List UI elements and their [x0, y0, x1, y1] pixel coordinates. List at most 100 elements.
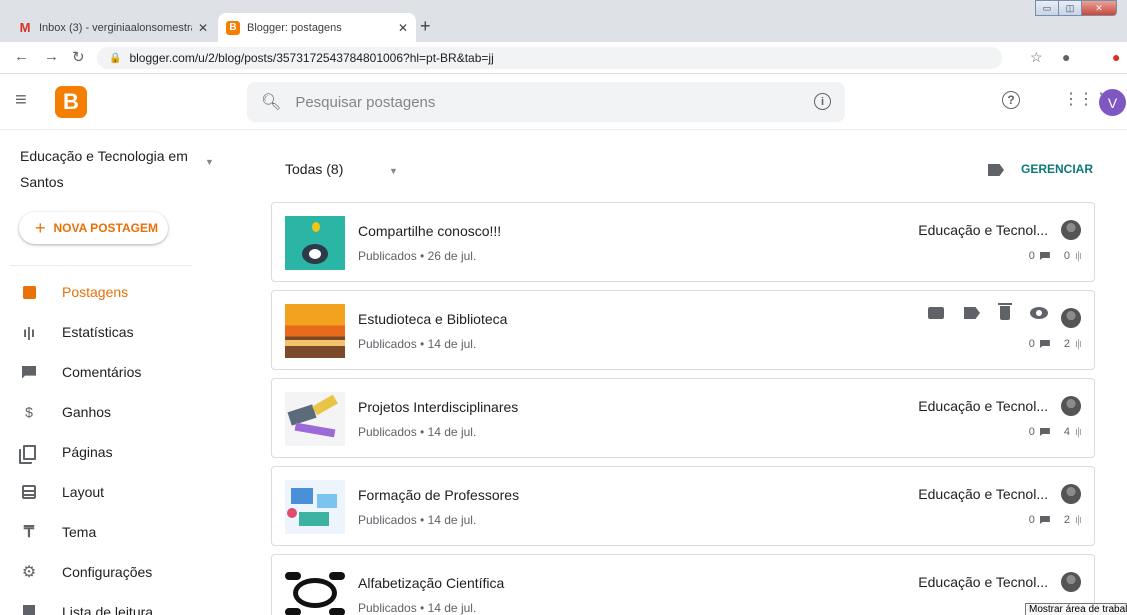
label-icon[interactable]: [988, 164, 1004, 176]
comment-count: 0: [1028, 426, 1035, 438]
author-avatar: [1061, 572, 1081, 592]
caret-down-icon: ▼: [205, 157, 214, 167]
tab-inbox[interactable]: M Inbox (3) - verginiaalonsomestra ✕: [10, 13, 216, 42]
view-icon[interactable]: [1030, 307, 1048, 319]
tab-blogger[interactable]: B Blogger: postagens ✕: [218, 13, 416, 42]
reading-list-icon: [20, 605, 38, 615]
posts-filter[interactable]: Todas (8): [285, 161, 343, 177]
gmail-icon: M: [19, 20, 31, 35]
post-title[interactable]: Alfabetização Científica: [358, 575, 504, 591]
url-text: blogger.com/u/2/blog/posts/3573172543784…: [129, 51, 494, 65]
sidebar: Educação e Tecnologia em Santos ▼ + NOVA…: [0, 131, 245, 615]
window-controls: ▭ ◫ ✕: [1035, 0, 1117, 16]
maximize-icon[interactable]: ◫: [1058, 0, 1082, 16]
blog-selector[interactable]: Educação e Tecnologia em Santos ▼: [20, 143, 220, 195]
new-post-button[interactable]: + NOVA POSTAGEM: [19, 212, 168, 244]
post-item[interactable]: Estudioteca e Biblioteca Publicados • 14…: [271, 290, 1095, 370]
minimize-icon[interactable]: ▭: [1035, 0, 1059, 16]
comment-icon: [1039, 340, 1050, 348]
search-input[interactable]: [295, 93, 796, 111]
sidebar-item-layout[interactable]: Layout: [20, 480, 220, 504]
label-icon[interactable]: [964, 307, 980, 319]
close-icon[interactable]: ✕: [398, 21, 408, 35]
post-meta: Publicados • 14 de jul.: [358, 337, 477, 351]
comment-icon: [1039, 516, 1050, 524]
search-icon[interactable]: 🔍︎: [261, 92, 281, 112]
post-title[interactable]: Formação de Professores: [358, 487, 519, 503]
layout-icon: [20, 485, 38, 499]
post-meta: Publicados • 14 de jul.: [358, 601, 477, 615]
posts-icon: [20, 285, 38, 299]
sidebar-item-tema[interactable]: ₸ Tema: [20, 520, 220, 544]
sidebar-item-configuracoes[interactable]: ⚙ Configurações: [20, 560, 220, 584]
sidebar-item-lista-de-leitura[interactable]: Lista de leitura: [20, 600, 220, 615]
post-item[interactable]: Projetos Interdisciplinares Publicados •…: [271, 378, 1095, 458]
browser-toolbar: ← → ↻ 🔒 blogger.com/u/2/blog/posts/35731…: [0, 42, 1127, 74]
forward-icon[interactable]: →: [44, 48, 59, 65]
post-title[interactable]: Estudioteca e Biblioteca: [358, 311, 507, 327]
avatar[interactable]: V: [1099, 89, 1126, 116]
sidebar-item-postagens[interactable]: Postagens: [20, 280, 220, 304]
tooltip: Mostrar área de trabalh: [1025, 603, 1127, 615]
trash-icon[interactable]: [998, 303, 1012, 320]
sidebar-item-paginas[interactable]: Páginas: [20, 440, 220, 464]
post-title[interactable]: Projetos Interdisciplinares: [358, 399, 518, 415]
back-icon[interactable]: ←: [14, 48, 29, 65]
author-avatar: [1061, 396, 1081, 416]
comment-count: 0: [1028, 338, 1035, 350]
new-post-label: NOVA POSTAGEM: [53, 221, 158, 235]
view-count: 0: [1063, 250, 1071, 262]
new-tab-button[interactable]: +: [420, 16, 431, 37]
post-author: Educação e Tecnol...: [918, 574, 1048, 590]
sidebar-item-label: Estatísticas: [62, 324, 134, 340]
sidebar-item-label: Layout: [62, 484, 105, 500]
comment-icon: [1039, 428, 1050, 436]
sidebar-item-label: Configurações: [62, 564, 153, 580]
divider: [10, 265, 192, 266]
post-thumbnail: [285, 568, 345, 615]
reload-icon[interactable]: ↻: [72, 48, 85, 66]
sidebar-item-estatisticas[interactable]: ı|ı Estatísticas: [20, 320, 220, 344]
plus-icon: +: [35, 217, 46, 238]
post-author: Educação e Tecnol...: [918, 222, 1048, 238]
post-item[interactable]: Alfabetização Científica Publicados • 14…: [271, 554, 1095, 615]
post-stats: 0 0 ı|ı: [1029, 250, 1082, 262]
sidebar-item-comentarios[interactable]: Comentários: [20, 360, 220, 384]
caret-down-icon[interactable]: ▼: [389, 166, 398, 176]
move-icon[interactable]: [928, 307, 944, 319]
post-stats: 0 2 ı|ı: [1029, 514, 1082, 526]
blogger-logo[interactable]: B: [55, 86, 87, 118]
help-icon[interactable]: ?: [1002, 91, 1020, 109]
comment-icon: [1039, 252, 1050, 260]
manage-labels-button[interactable]: GERENCIAR: [1021, 162, 1093, 176]
theme-icon: ₸: [23, 524, 35, 541]
post-item[interactable]: Compartilhe conosco!!! Publicados • 26 d…: [271, 202, 1095, 282]
window-close-icon[interactable]: ✕: [1081, 0, 1117, 16]
tab-title: Inbox (3) - verginiaalonsomestra: [39, 21, 192, 34]
post-meta: Publicados • 14 de jul.: [358, 513, 477, 527]
stats-icon: ı|ı: [1075, 426, 1082, 438]
author-avatar: [1061, 308, 1081, 328]
comments-icon: [20, 365, 38, 379]
close-icon[interactable]: ✕: [198, 21, 208, 35]
sidebar-item-label: Postagens: [62, 284, 129, 300]
post-thumbnail: [285, 304, 345, 358]
post-title[interactable]: Compartilhe conosco!!!: [358, 223, 501, 239]
info-icon[interactable]: i: [814, 93, 831, 110]
profile-icon[interactable]: ●: [1062, 49, 1070, 65]
address-bar[interactable]: 🔒 blogger.com/u/2/blog/posts/35731725437…: [97, 47, 1002, 69]
menu-icon[interactable]: ≡: [15, 89, 27, 112]
extension-icon[interactable]: ●: [1112, 49, 1120, 65]
search-bar: 🔍︎ i: [247, 82, 845, 122]
sidebar-item-label: Comentários: [62, 364, 142, 380]
post-author: Educação e Tecnol...: [918, 398, 1048, 414]
post-item[interactable]: Formação de Professores Publicados • 14 …: [271, 466, 1095, 546]
dollar-icon: $: [25, 404, 33, 420]
sidebar-item-label: Tema: [62, 524, 97, 540]
author-avatar: [1061, 484, 1081, 504]
sidebar-item-ganhos[interactable]: $ Ganhos: [20, 400, 220, 424]
post-meta: Publicados • 14 de jul.: [358, 425, 477, 439]
post-actions: [928, 303, 1048, 320]
app-header: ≡ B 🔍︎ i ? ⋮⋮⋮ V: [0, 74, 1127, 130]
star-icon[interactable]: ☆: [1030, 49, 1043, 66]
